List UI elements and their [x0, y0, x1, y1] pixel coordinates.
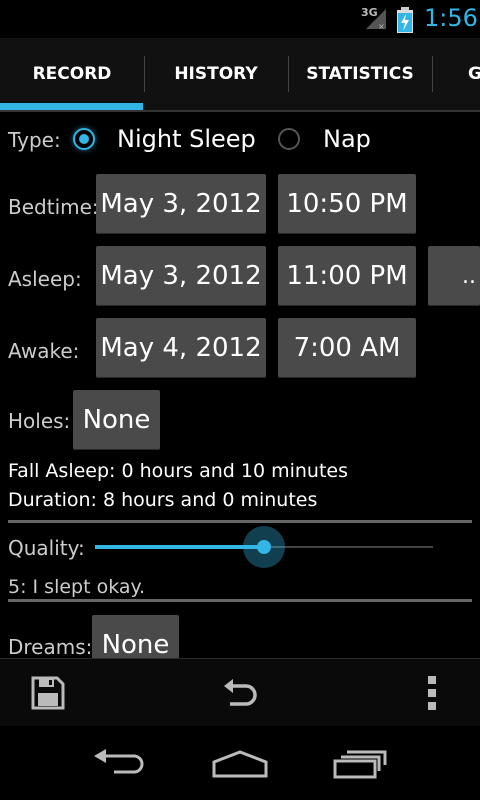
quality-slider-fill [95, 545, 264, 549]
svg-text:×: × [378, 22, 385, 30]
tab-history[interactable]: HISTORY [144, 38, 288, 110]
awake-time-button[interactable]: 7:00 AM [278, 318, 416, 378]
undo-icon [224, 679, 257, 706]
asleep-time-button[interactable]: 11:00 PM [278, 246, 416, 306]
duration-text: Duration: 8 hours and 0 minutes [8, 489, 318, 511]
quality-slider-thumb[interactable] [243, 526, 285, 568]
nap-label[interactable]: Nap [323, 125, 371, 153]
save-icon [31, 676, 65, 710]
fall-asleep-text: Fall Asleep: 0 hours and 10 minutes [8, 460, 348, 482]
holes-button[interactable]: None [73, 390, 160, 450]
overflow-menu-button[interactable] [402, 669, 462, 717]
divider [8, 520, 472, 523]
bedtime-time-button[interactable]: 10:50 PM [278, 174, 416, 234]
tab-indicator [0, 103, 143, 110]
radio-nap[interactable] [278, 128, 300, 150]
status-bar: 3G × 1:56 [0, 0, 480, 38]
undo-button[interactable] [210, 669, 270, 717]
recent-apps-icon [333, 750, 387, 779]
back-button[interactable] [80, 744, 160, 784]
home-icon [212, 750, 268, 778]
tab-partial[interactable]: G [432, 38, 480, 110]
asleep-label: Asleep: [8, 267, 82, 291]
awake-date-button[interactable]: May 4, 2012 [96, 318, 266, 378]
status-clock: 1:56 [424, 4, 478, 32]
tab-record[interactable]: RECORD [0, 38, 144, 110]
tab-statistics[interactable]: STATISTICS [288, 38, 432, 110]
dreams-button[interactable]: None [92, 615, 179, 658]
bedtime-date-button[interactable]: May 3, 2012 [96, 174, 266, 234]
navigation-bar [0, 726, 480, 800]
record-form: Type: Night Sleep Nap Bedtime: May 3, 20… [0, 110, 480, 658]
signal-icon: × [366, 9, 386, 30]
bedtime-label: Bedtime: [8, 195, 99, 219]
type-label: Type: [8, 128, 61, 152]
asleep-extra-button[interactable]: .. [428, 246, 480, 306]
bottom-action-bar [0, 658, 480, 727]
battery-charging-icon [397, 7, 413, 33]
quality-description: 5: I slept okay. [8, 576, 146, 598]
holes-label: Holes: [8, 409, 71, 433]
asleep-date-button[interactable]: May 3, 2012 [96, 246, 266, 306]
home-button[interactable] [200, 744, 280, 784]
dreams-label: Dreams: [8, 635, 93, 658]
back-icon [94, 749, 144, 774]
divider [8, 599, 472, 602]
awake-label: Awake: [8, 339, 80, 363]
tab-bar: RECORD HISTORY STATISTICS G [0, 38, 480, 112]
radio-night-sleep[interactable] [73, 128, 95, 150]
save-button[interactable] [18, 669, 78, 717]
night-sleep-label[interactable]: Night Sleep [117, 125, 256, 153]
recent-apps-button[interactable] [320, 744, 400, 784]
quality-label: Quality: [8, 536, 85, 560]
overflow-menu-icon [428, 676, 436, 710]
